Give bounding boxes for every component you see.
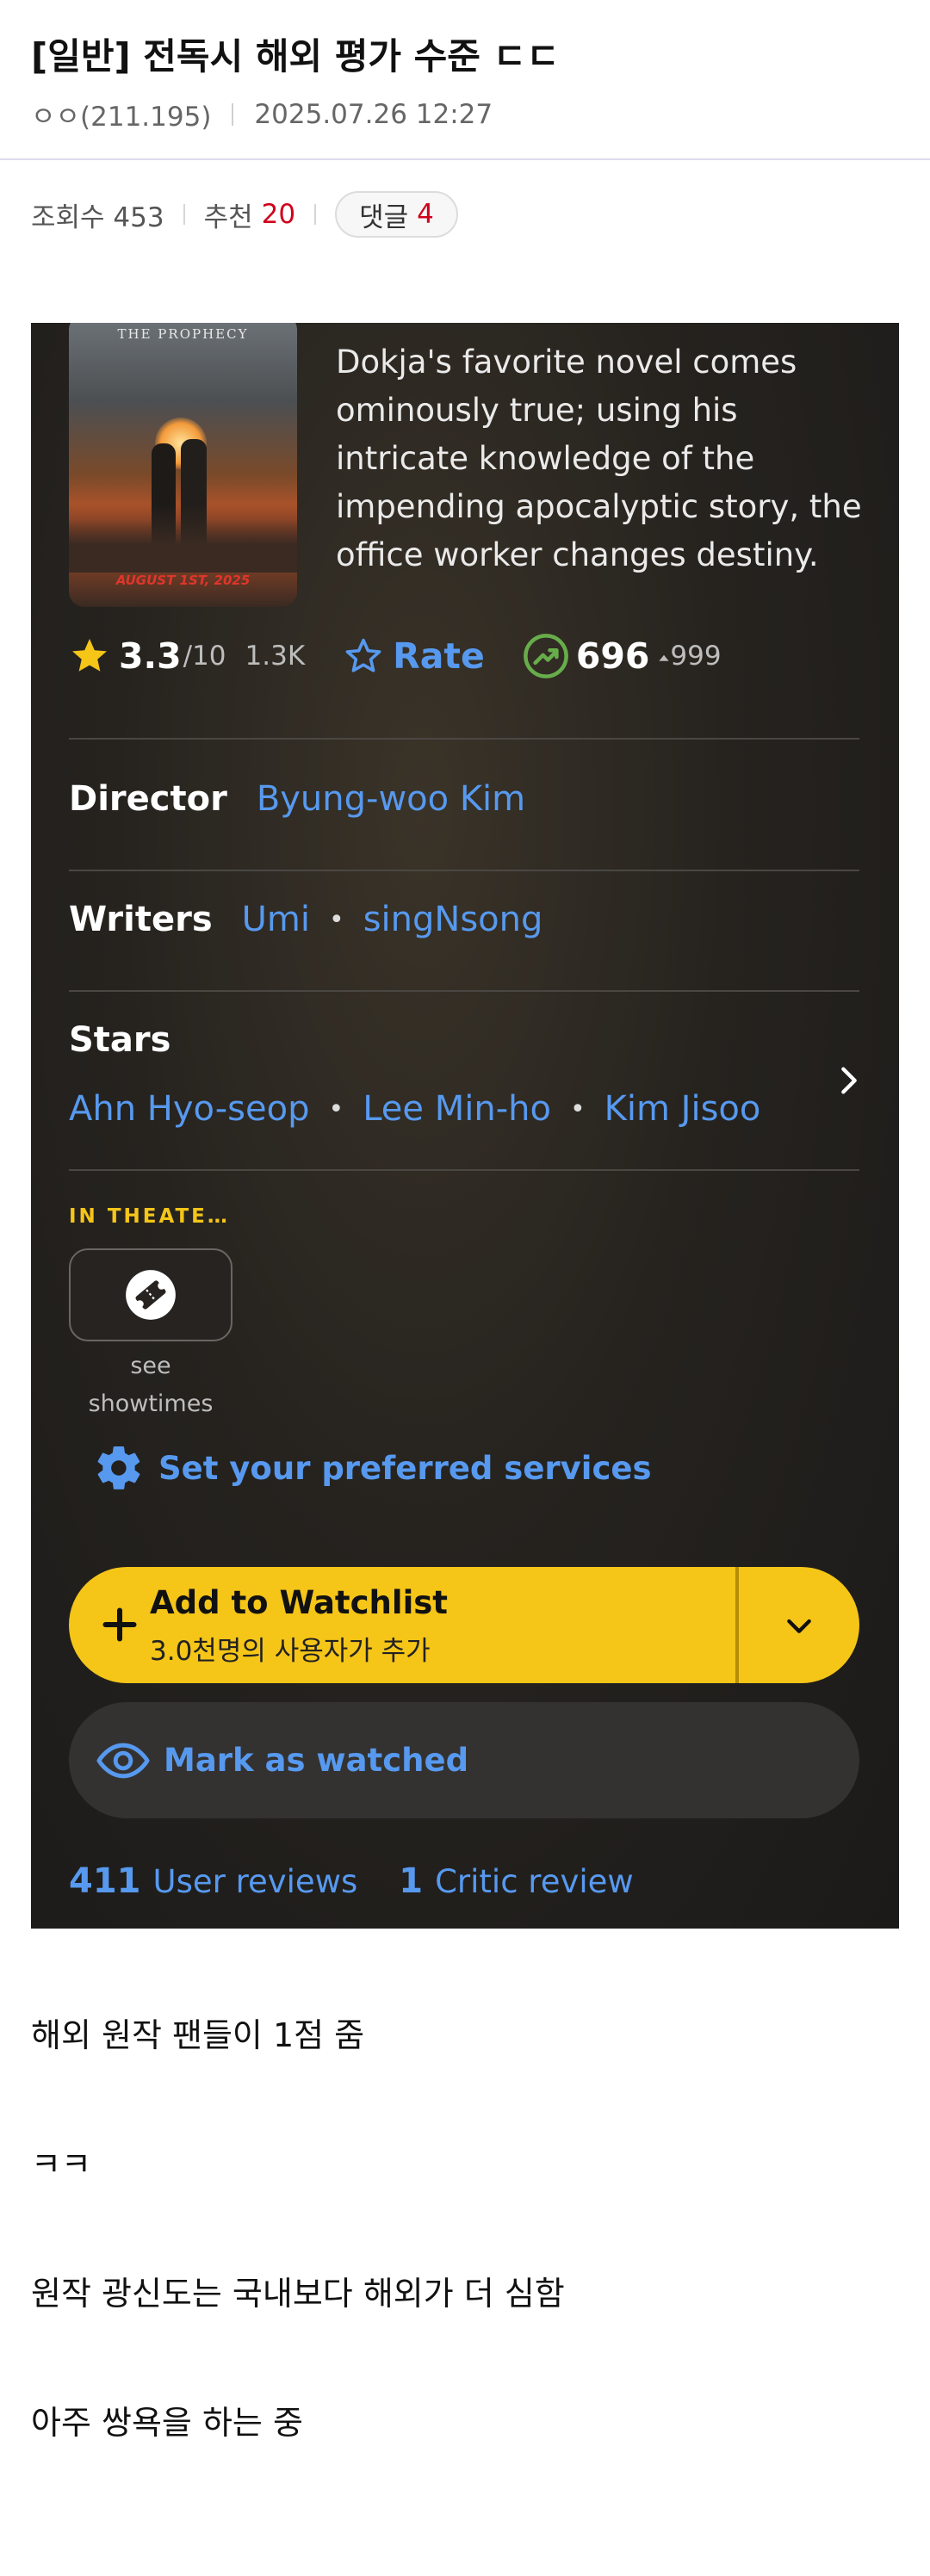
popularity-value: 696 bbox=[575, 635, 650, 677]
chevron-down-icon bbox=[787, 1619, 811, 1633]
embedded-screenshot: THE PROPHECY AUGUST 1ST, 2025 Dokja's fa… bbox=[31, 323, 899, 1929]
section-divider bbox=[69, 738, 859, 740]
stars-row: Ahn Hyo-seop • Lee Min-ho • Kim Jisoo bbox=[69, 1079, 760, 1139]
caret-up-icon bbox=[659, 654, 670, 661]
watchlist-subtitle: 3.0천명의 사용자가 추가 bbox=[150, 1636, 431, 1667]
mark-as-watched-button[interactable]: Mark as watched bbox=[69, 1702, 859, 1818]
star-name-link[interactable]: Lee Min-ho bbox=[363, 1089, 551, 1129]
body-text-line: 해외 원작 팬들이 1점 줌 bbox=[31, 2016, 365, 2054]
star-name-link[interactable]: Kim Jisoo bbox=[604, 1089, 761, 1129]
critic-review-count[interactable]: 1 bbox=[399, 1861, 423, 1901]
stat-divider bbox=[183, 204, 185, 225]
popularity-delta: 999 bbox=[658, 641, 722, 672]
eye-icon bbox=[96, 1743, 150, 1778]
director-name-link[interactable]: Byung-woo Kim bbox=[257, 779, 525, 819]
rating-value: 3.3 bbox=[119, 635, 182, 677]
rate-label: Rate bbox=[393, 635, 485, 677]
writer-name-link[interactable]: Umi bbox=[242, 900, 310, 939]
showtimes-button[interactable] bbox=[69, 1248, 232, 1341]
preferred-services-label: Set your preferred services bbox=[158, 1449, 652, 1487]
rate-button[interactable]: Rate bbox=[343, 635, 485, 677]
body-text-line: ㅋㅋ bbox=[31, 2146, 91, 2183]
showtimes-caption-line1: see bbox=[130, 1353, 171, 1379]
watchlist-dropdown-button[interactable] bbox=[739, 1567, 859, 1683]
recommend-count: 20 bbox=[261, 199, 296, 230]
rating-row: 3.3 /10 1.3K Rate 696 999 bbox=[69, 626, 722, 686]
comment-count: 4 bbox=[417, 199, 434, 230]
post-title: [일반] 전독시 해외 평가 수준 ㄷㄷ bbox=[31, 35, 560, 77]
director-row: Director Byung-woo Kim bbox=[69, 769, 525, 829]
writers-row: Writers Umi • singNsong bbox=[69, 889, 542, 950]
post-stats: 조회수 453 추천 20 댓글 4 bbox=[31, 191, 458, 238]
plus-icon bbox=[102, 1607, 137, 1642]
meta-divider bbox=[232, 102, 234, 126]
separator-dot: • bbox=[329, 904, 344, 935]
separator-dot: • bbox=[328, 1093, 344, 1124]
mark-as-watched-label: Mark as watched bbox=[164, 1742, 469, 1779]
preferred-services-link[interactable]: Set your preferred services bbox=[93, 1442, 652, 1494]
reviews-row: 411 User reviews 1 Critic review bbox=[69, 1855, 634, 1907]
rating-count: 1.3K bbox=[245, 641, 306, 672]
post-datetime: 2025.07.26 12:27 bbox=[254, 98, 493, 130]
writers-label: Writers bbox=[69, 900, 213, 939]
star-filled-icon bbox=[72, 639, 107, 672]
ticket-icon bbox=[126, 1270, 176, 1320]
rating-max: /10 bbox=[183, 641, 226, 672]
star-name-link[interactable]: Ahn Hyo-seop bbox=[69, 1089, 310, 1129]
section-divider bbox=[69, 1169, 859, 1171]
in-theaters-label: IN THEATE… bbox=[69, 1205, 230, 1228]
body-text-line: 아주 쌍욕을 하는 중 bbox=[31, 2404, 303, 2442]
separator-dot: • bbox=[569, 1093, 586, 1124]
post-meta: ㅇㅇ(211.195) 2025.07.26 12:27 bbox=[31, 95, 493, 133]
popularity-delta-value: 999 bbox=[670, 641, 722, 672]
chevron-right-icon[interactable] bbox=[832, 1063, 866, 1098]
critic-reviews-link[interactable]: Critic review bbox=[435, 1863, 634, 1900]
add-to-watchlist-button[interactable]: Add to Watchlist 3.0천명의 사용자가 추가 bbox=[69, 1567, 859, 1683]
view-count: 조회수 453 bbox=[31, 201, 164, 233]
post-header: [일반] 전독시 해외 평가 수준 ㄷㄷ ㅇㅇ(211.195) 2025.07… bbox=[0, 0, 930, 160]
popularity-meter[interactable]: 696 999 bbox=[523, 633, 722, 679]
poster-date-text: AUGUST 1ST, 2025 bbox=[115, 573, 251, 588]
section-divider bbox=[69, 870, 859, 871]
poster-ruins bbox=[69, 504, 297, 573]
author-name[interactable]: ㅇㅇ(211.195) bbox=[31, 95, 211, 133]
showtimes-caption-line2: showtimes bbox=[88, 1390, 214, 1417]
gear-icon bbox=[97, 1446, 140, 1489]
movie-poster[interactable]: THE PROPHECY AUGUST 1ST, 2025 bbox=[69, 323, 297, 607]
user-reviews-link[interactable]: User reviews bbox=[153, 1863, 358, 1900]
director-label: Director bbox=[69, 779, 227, 819]
stars-label: Stars bbox=[69, 1020, 171, 1060]
comment-count-button[interactable]: 댓글 4 bbox=[335, 191, 458, 238]
comment-label: 댓글 bbox=[359, 201, 409, 233]
recommend-label: 추천 bbox=[203, 201, 253, 233]
body-text-line: 원작 광신도는 국내보다 해외가 더 심함 bbox=[31, 2275, 565, 2313]
stat-divider bbox=[314, 204, 317, 225]
user-review-count[interactable]: 411 bbox=[69, 1861, 141, 1901]
section-divider bbox=[69, 990, 859, 992]
watchlist-title: Add to Watchlist bbox=[150, 1584, 448, 1621]
trending-up-icon bbox=[523, 634, 568, 678]
poster-header-text: THE PROPHECY bbox=[117, 326, 249, 342]
writer-name-link[interactable]: singNsong bbox=[363, 900, 543, 939]
star-outline-icon bbox=[345, 638, 381, 672]
movie-description: Dokja's favorite novel comes ominously t… bbox=[336, 344, 862, 573]
showtimes-caption: see showtimes bbox=[69, 1347, 232, 1423]
